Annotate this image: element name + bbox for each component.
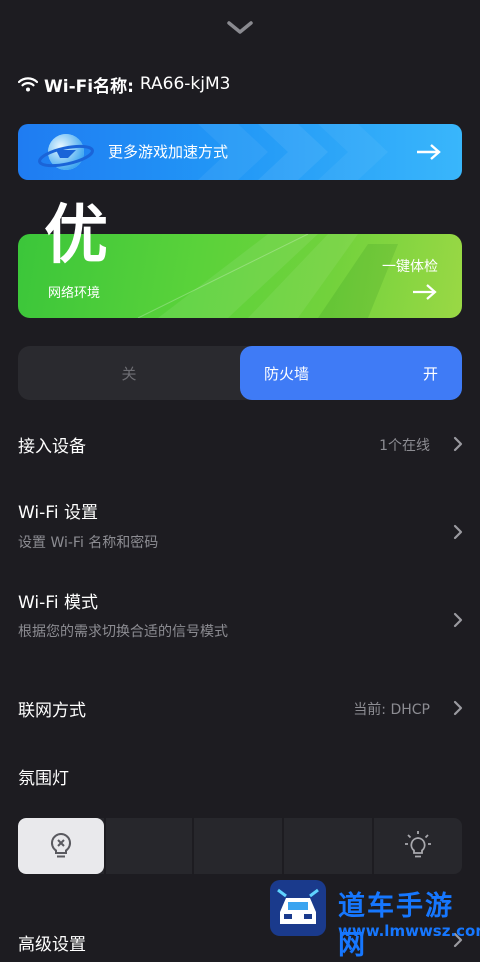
light-level-1[interactable] — [106, 818, 192, 874]
divider — [372, 818, 374, 874]
chevron-right-icon — [453, 524, 463, 540]
chevron-right-icon — [453, 700, 463, 716]
light-level-3[interactable] — [284, 818, 372, 874]
connected-devices-title: 接入设备 — [18, 437, 86, 457]
bulb-off-icon — [50, 832, 72, 858]
wifi-mode-subtitle: 根据您的需求切换合适的信号模式 — [18, 624, 228, 640]
wifi-mode-row[interactable]: Wi-Fi 模式 根据您的需求切换合适的信号模式 — [0, 584, 480, 648]
planet-icon — [38, 134, 94, 170]
ambient-light-selector[interactable] — [18, 818, 462, 874]
connection-type-row[interactable]: 联网方式 当前: DHCP — [0, 686, 480, 730]
firewall-on-option[interactable]: 防火墙 开 — [240, 346, 462, 400]
wifi-settings-title: Wi-Fi 设置 — [18, 503, 98, 523]
divider — [282, 818, 284, 874]
wifi-name-label: Wi-Fi名称: — [44, 76, 134, 97]
firewall-off-label: 关 — [121, 364, 137, 383]
arrow-right-icon — [417, 144, 441, 160]
light-level-2[interactable] — [194, 818, 282, 874]
advanced-settings-title[interactable]: 高级设置 — [18, 930, 86, 955]
firewall-label: 防火墙 — [264, 365, 310, 383]
game-boost-banner[interactable]: 更多游戏加速方式 — [18, 124, 462, 180]
watermark-logo — [270, 880, 326, 936]
connected-devices-row[interactable]: 接入设备 1个在线 — [0, 422, 480, 466]
wifi-mode-title: Wi-Fi 模式 — [18, 593, 98, 613]
light-level-max[interactable] — [374, 818, 462, 874]
bulb-on-icon — [405, 831, 431, 858]
light-level-off[interactable] — [18, 818, 104, 874]
connection-type-title: 联网方式 — [18, 701, 86, 721]
firewall-state: 开 — [422, 365, 438, 383]
watermark-url: www.lmwwsz.com — [338, 922, 480, 940]
firewall-toggle[interactable]: 关 防火墙 开 — [18, 346, 462, 400]
chevron-right-icon — [453, 612, 463, 628]
wifi-settings-row[interactable]: Wi-Fi 设置 设置 Wi-Fi 名称和密码 — [0, 494, 480, 558]
collapse-chevron-icon[interactable] — [225, 18, 255, 38]
game-boost-text: 更多游戏加速方式 — [108, 143, 229, 161]
divider — [104, 818, 106, 874]
chevron-right-icon — [453, 436, 463, 452]
wifi-icon — [18, 77, 38, 92]
divider — [192, 818, 194, 874]
arrow-right-icon — [413, 284, 437, 300]
wifi-info: Wi-Fi名称: RA66-kjM3 — [18, 70, 230, 98]
network-environment-label: 网络环境 — [48, 286, 101, 301]
one-click-check-label: 一键体检 — [382, 259, 438, 275]
network-grade: 优 — [44, 199, 108, 273]
wifi-settings-subtitle: 设置 Wi-Fi 名称和密码 — [18, 535, 159, 551]
connected-devices-count: 1个在线 — [379, 438, 430, 454]
connection-type-value: 当前: DHCP — [353, 702, 430, 718]
firewall-off-option[interactable]: 关 — [18, 346, 240, 400]
wifi-name-value: RA66-kjM3 — [139, 74, 231, 94]
ambient-light-title: 氛围灯 — [18, 769, 69, 789]
